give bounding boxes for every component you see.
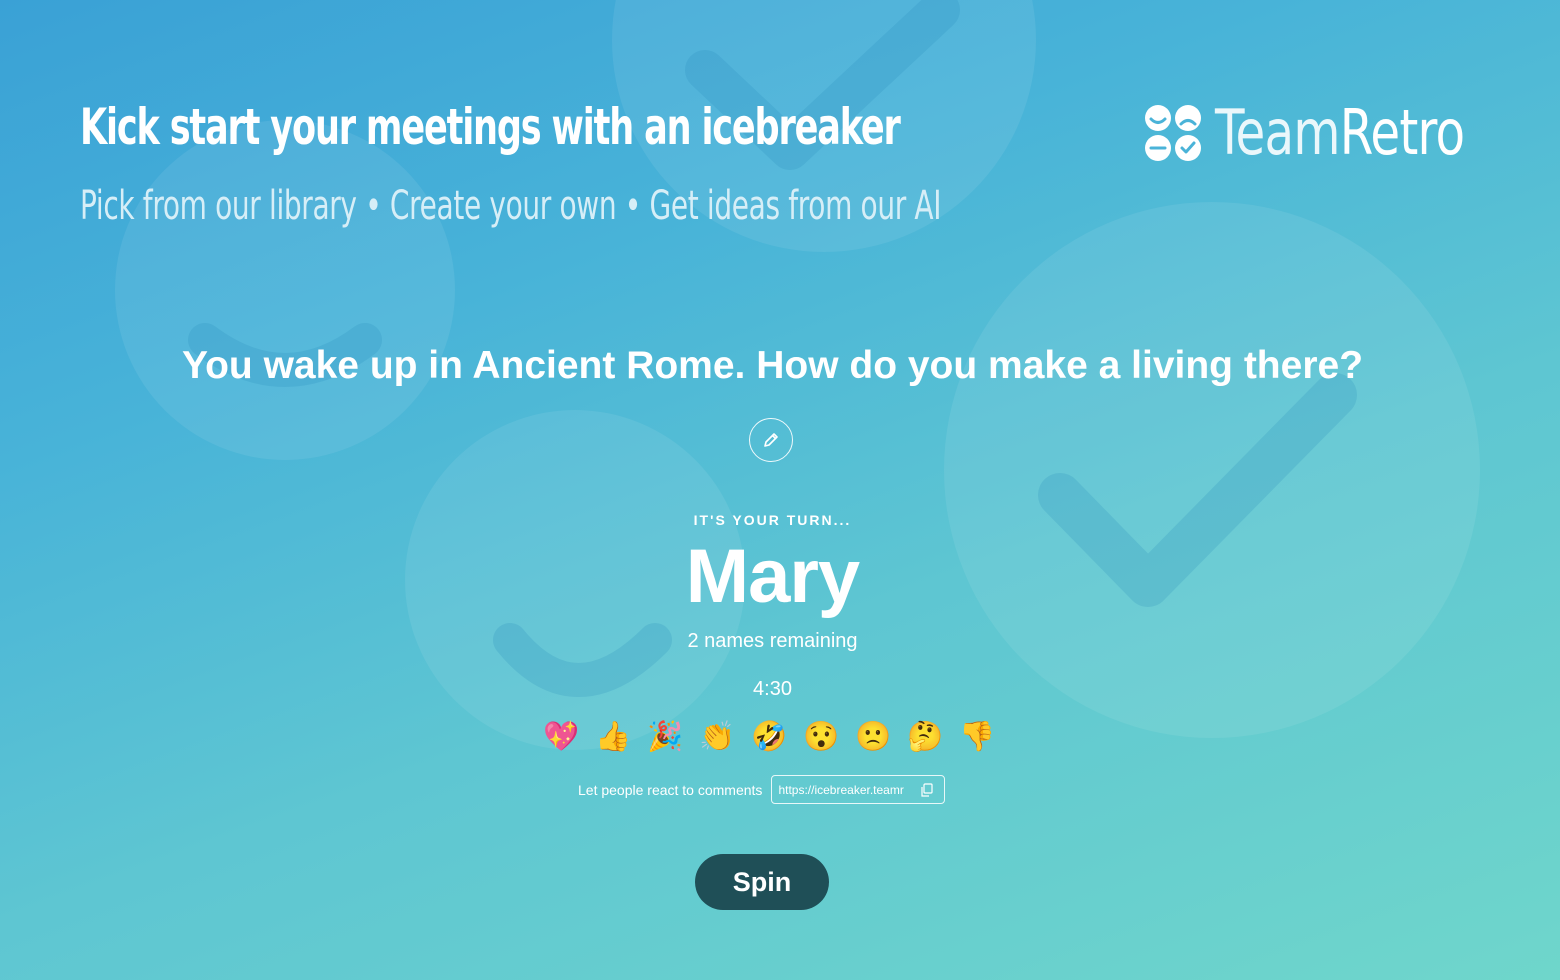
reaction-frowning-face[interactable]: 🙁: [855, 718, 891, 756]
reaction-thumbs-up[interactable]: 👍: [595, 718, 631, 756]
pencil-icon: [764, 433, 778, 447]
edit-question-button[interactable]: [749, 418, 793, 462]
brand-name-team: Team: [1215, 96, 1340, 169]
reaction-sparkling-heart[interactable]: 💖: [543, 718, 579, 756]
brand-logo[interactable]: TeamRetro: [1143, 100, 1535, 166]
names-remaining: 2 names remaining: [687, 630, 858, 652]
share-link-text[interactable]: https://icebreaker.teamr: [778, 783, 914, 797]
reaction-surprised-face[interactable]: 😯: [803, 718, 839, 756]
page-subheadline: Pick from our library • Create your own …: [80, 183, 942, 229]
reaction-rolling-laughing[interactable]: 🤣: [751, 718, 787, 756]
reaction-party-popper[interactable]: 🎉: [647, 718, 683, 756]
spin-button[interactable]: Spin: [695, 854, 829, 910]
current-participant-name: Mary: [685, 534, 860, 619]
icebreaker-question: You wake up in Ancient Rome. How do you …: [181, 344, 1364, 387]
teamretro-logo-icon: [1145, 105, 1201, 161]
reaction-thumbs-down[interactable]: 👎: [959, 718, 995, 756]
reaction-clapping-hands[interactable]: 👏: [699, 718, 735, 756]
brand-name-retro: Retro: [1339, 96, 1465, 169]
reaction-thinking-face[interactable]: 🤔: [907, 718, 943, 756]
brand-name: TeamRetro: [1215, 100, 1465, 166]
countdown-timer: 4:30: [753, 678, 792, 700]
page-headline: Kick start your meetings with an icebrea…: [80, 98, 901, 156]
share-link-row: Let people react to comments https://ice…: [578, 775, 946, 804]
share-link-field[interactable]: https://icebreaker.teamr: [771, 775, 946, 804]
reaction-bar: 💖 👍 🎉 👏 🤣 😯 🙁 🤔 👎: [543, 718, 995, 756]
copy-icon[interactable]: [920, 782, 934, 797]
share-label: Let people react to comments: [578, 781, 763, 798]
turn-label: IT'S YOUR TURN...: [693, 512, 852, 528]
